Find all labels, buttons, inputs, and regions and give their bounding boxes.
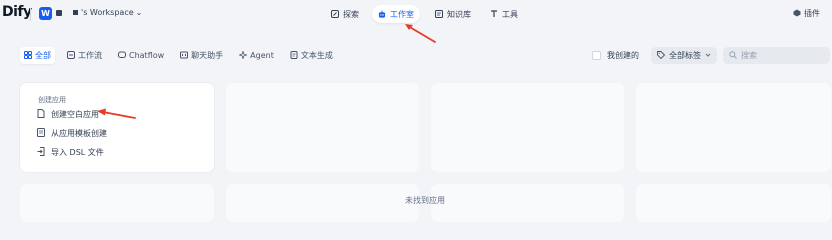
tools-icon <box>490 10 498 18</box>
create-from-template-label: 从应用模板创建 <box>51 129 107 138</box>
import-icon <box>37 147 45 158</box>
placeholder-card <box>635 82 832 173</box>
placeholder-card <box>19 183 215 223</box>
tag-filter-label: 全部标签 <box>669 51 701 60</box>
search-icon <box>729 50 737 61</box>
tab-workflow[interactable]: 工作流 <box>63 47 106 64</box>
placeholder-card <box>225 183 420 223</box>
nav-knowledge-label: 知识库 <box>447 9 471 19</box>
explore-icon <box>331 10 339 18</box>
tab-chatflow[interactable]: Chatflow <box>114 47 168 64</box>
tab-all[interactable]: 全部 <box>20 47 55 64</box>
filter-controls: 我创建的 全部标签 搜索 <box>592 47 830 64</box>
nav-studio-label: 工作室 <box>390 9 414 19</box>
workspace-name: 's Workspace <box>81 8 134 17</box>
created-by-me-checkbox[interactable] <box>592 51 601 60</box>
nav-tools-label: 工具 <box>502 9 518 19</box>
tag-filter-select[interactable]: 全部标签 <box>651 47 717 64</box>
tab-chat-assistant-label: 聊天助手 <box>191 51 224 60</box>
tab-agent[interactable]: Agent <box>235 47 278 64</box>
tab-text-generation-label: 文本生成 <box>300 51 333 60</box>
tab-chat-assistant[interactable]: 聊天助手 <box>176 47 227 64</box>
tab-agent-label: Agent <box>250 51 274 60</box>
placeholder-card <box>225 82 420 173</box>
studio-icon <box>378 10 386 18</box>
create-blank-app-button[interactable]: 创建空白应用 <box>37 109 99 120</box>
search-input[interactable]: 搜索 <box>723 47 830 64</box>
chat-icon <box>180 51 189 61</box>
grid-icon <box>24 50 32 61</box>
workspace-avatar[interactable]: W <box>39 7 52 20</box>
header-divider <box>30 8 31 21</box>
plugins-button[interactable]: 插件 <box>793 8 820 19</box>
create-from-template-button[interactable]: 从应用模板创建 <box>37 128 107 139</box>
chatflow-icon <box>118 51 126 61</box>
placeholder-card <box>430 183 625 223</box>
nav-explore[interactable]: 探索 <box>325 5 365 23</box>
nav-tools[interactable]: 工具 <box>484 5 524 23</box>
workspace-square-icon <box>56 10 62 16</box>
nav-explore-label: 探索 <box>343 9 359 19</box>
user-square-icon <box>73 10 78 15</box>
import-dsl-button[interactable]: 导入 DSL 文件 <box>37 147 104 158</box>
chevron-down-icon <box>705 51 711 60</box>
tag-icon <box>657 50 666 61</box>
tab-all-label: 全部 <box>35 51 51 60</box>
knowledge-icon <box>435 10 443 18</box>
created-by-me-label[interactable]: 我创建的 <box>607 50 639 61</box>
tab-text-generation[interactable]: 文本生成 <box>286 47 337 64</box>
create-app-card: 创建应用 创建空白应用 从应用模板创建 导入 DSL 文件 <box>19 82 215 173</box>
placeholder-card <box>635 183 832 223</box>
tab-chatflow-label: Chatflow <box>129 51 165 60</box>
workflow-icon <box>67 50 75 61</box>
plugin-icon <box>793 9 801 19</box>
app-type-tabs: 全部 工作流 Chatflow 聊天助手 Agent 文本生成 <box>20 47 337 64</box>
placeholder-card <box>430 82 625 173</box>
chevron-down-icon: ⌄ <box>135 8 143 17</box>
agent-icon <box>238 49 248 61</box>
text-icon <box>290 50 298 61</box>
search-placeholder: 搜索 <box>741 51 757 60</box>
empty-state-text: 未找到应用 <box>405 196 445 205</box>
import-dsl-label: 导入 DSL 文件 <box>51 148 104 157</box>
dify-logo[interactable]: Dify <box>2 4 32 20</box>
workspace-switcher[interactable]: 's Workspace ⌄ <box>73 8 142 17</box>
annotation-arrow-icon <box>97 108 136 119</box>
create-blank-app-label: 创建空白应用 <box>51 110 99 119</box>
tab-workflow-label: 工作流 <box>78 51 102 60</box>
template-icon <box>37 128 45 139</box>
annotation-arrow-icon <box>405 24 436 43</box>
plugins-label: 插件 <box>804 9 820 18</box>
blank-file-icon <box>37 109 45 120</box>
create-app-title: 创建应用 <box>38 96 66 104</box>
